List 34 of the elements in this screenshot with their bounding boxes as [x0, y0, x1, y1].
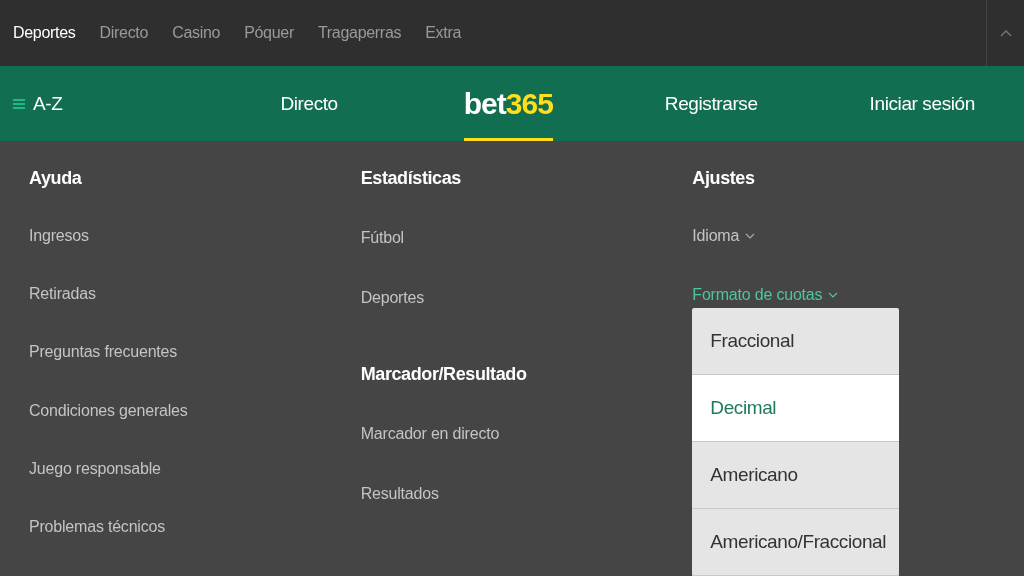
- chevron-down-icon: [745, 233, 756, 240]
- menu-link[interactable]: Preguntas frecuentes: [29, 343, 178, 362]
- nav-tab[interactable]: Extra: [425, 24, 462, 42]
- menu-link[interactable]: Fútbol: [360, 228, 404, 248]
- menu-link[interactable]: Retiradas: [29, 285, 96, 304]
- menu-link[interactable]: Ingresos: [29, 227, 89, 246]
- menu-link[interactable]: Deportes: [360, 288, 424, 308]
- menu-link[interactable]: Resultados: [360, 484, 439, 504]
- nav-tab[interactable]: Directo: [99, 24, 149, 42]
- menu-icon: [13, 97, 25, 110]
- menu-option[interactable]: Americano: [692, 442, 900, 509]
- settings-dropdown[interactable]: Idioma: [692, 227, 756, 246]
- nav-tab[interactable]: Casino: [172, 24, 221, 42]
- menu-link[interactable]: Juego responsable: [29, 459, 161, 478]
- register-link[interactable]: Registrarse: [664, 92, 758, 115]
- section-heading: Estadísticas: [360, 168, 461, 190]
- nav-tab[interactable]: Tragaperras: [317, 24, 402, 42]
- section-heading: Ayuda: [29, 168, 82, 189]
- login-link[interactable]: Iniciar sesión: [869, 92, 975, 115]
- menu-option[interactable]: Decimal: [692, 375, 900, 442]
- section-heading: Ajustes: [692, 168, 755, 189]
- menu-option[interactable]: Americano/Fraccional: [692, 509, 900, 576]
- menu-link[interactable]: Marcador en directo: [360, 424, 500, 444]
- menu-link[interactable]: Condiciones generales: [29, 401, 188, 420]
- az-menu-button[interactable]: A-Z: [13, 92, 63, 115]
- chevron-down-icon: [828, 291, 839, 298]
- chevron-up-icon: [999, 29, 1012, 37]
- nav-tab[interactable]: Póquer: [244, 24, 294, 42]
- menu-link[interactable]: Problemas técnicos: [29, 517, 166, 537]
- section-heading: Marcador/Resultado: [360, 364, 527, 386]
- settings-dropdown[interactable]: Formato de cuotas: [692, 285, 839, 304]
- nav-tab[interactable]: Deportes: [13, 24, 76, 42]
- logo[interactable]: bet365: [463, 66, 553, 141]
- live-link[interactable]: Directo: [280, 92, 338, 115]
